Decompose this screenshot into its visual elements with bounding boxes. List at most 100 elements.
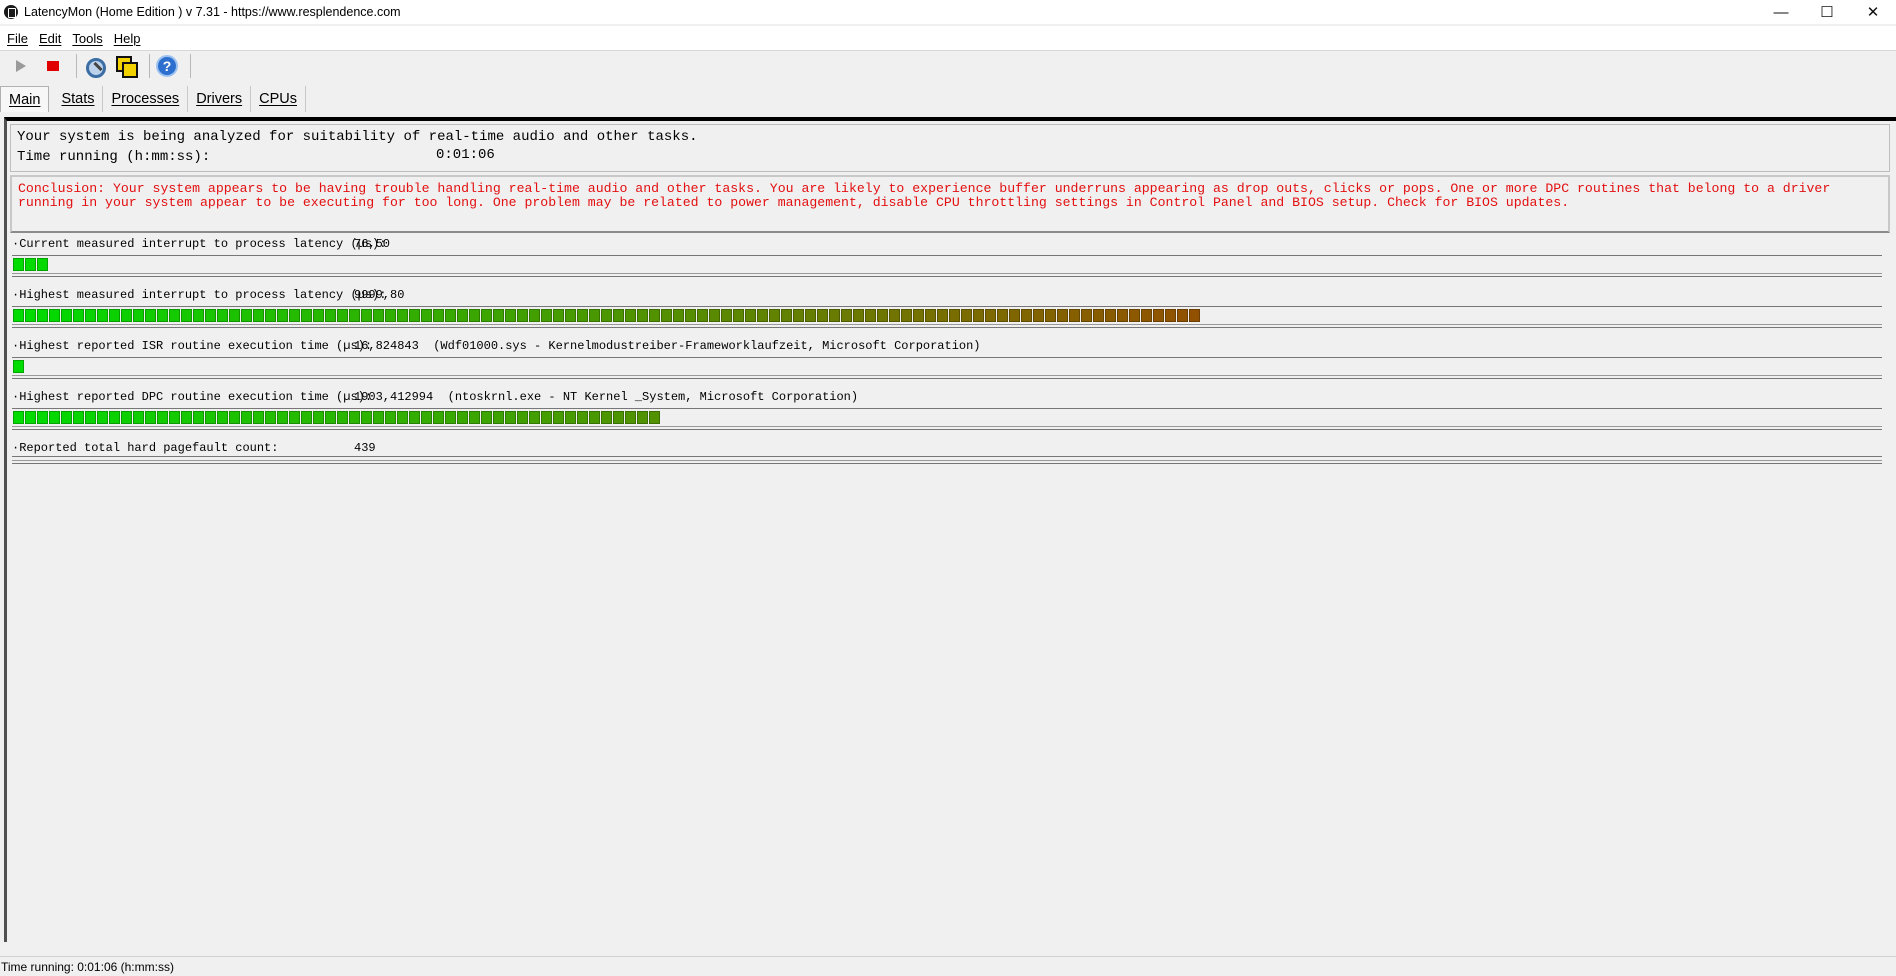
bar-segment: [1057, 309, 1068, 322]
bar-segment: [517, 309, 528, 322]
bar-segment: [709, 309, 720, 322]
bar-segment: [313, 411, 324, 424]
bar-segment: [385, 309, 396, 322]
app-icon: [4, 5, 18, 19]
bar-segment: [13, 258, 24, 271]
bar-segment: [1165, 309, 1176, 322]
toolbar-separator: [190, 53, 191, 78]
bar-segment: [949, 309, 960, 322]
bar-segment: [109, 309, 120, 322]
window-controls: — ☐ ✕: [1758, 0, 1896, 24]
tab-stats[interactable]: Stats: [53, 86, 104, 112]
bar-segment: [589, 309, 600, 322]
bar-segment: [409, 309, 420, 322]
conclusion-line-1: Conclusion: Your system appears to be ha…: [18, 182, 1831, 196]
bar-segment: [217, 309, 228, 322]
tab-cpus[interactable]: CPUs: [251, 86, 306, 112]
bar-segment: [85, 309, 96, 322]
bar-segment: [169, 309, 180, 322]
options-button[interactable]: [81, 53, 107, 79]
bar-segment: [853, 309, 864, 322]
title-bar[interactable]: LatencyMon (Home Edition ) v 7.31 - http…: [0, 0, 1896, 24]
time-running-label: Time running (h:mm:ss):: [17, 149, 211, 165]
bar-segment: [865, 309, 876, 322]
bar-segment: [13, 411, 24, 424]
conclusion-line-2: running in your system appear to be exec…: [18, 196, 1570, 210]
tab-bar: Main Stats Processes Drivers CPUs: [0, 84, 306, 112]
bar-segment: [1009, 309, 1020, 322]
bar-segment: [145, 411, 156, 424]
play-icon: [16, 59, 26, 72]
bar-segment: [745, 309, 756, 322]
latency-bar: [12, 357, 1882, 379]
bar-segment: [253, 309, 264, 322]
bar-segment: [25, 258, 36, 271]
bar-segment: [505, 411, 516, 424]
bar-segment: [769, 309, 780, 322]
bar-segment: [553, 309, 564, 322]
bar-segment: [1069, 309, 1080, 322]
close-button[interactable]: ✕: [1850, 0, 1896, 24]
menu-tools[interactable]: Tools: [68, 31, 106, 46]
bar-segment: [325, 309, 336, 322]
tab-main[interactable]: Main: [0, 86, 50, 112]
help-button[interactable]: ?: [154, 53, 180, 79]
maximize-button[interactable]: ☐: [1804, 0, 1850, 24]
bar-segment: [961, 309, 972, 322]
bar-segment: [1177, 309, 1188, 322]
bar-segment: [385, 411, 396, 424]
tab-drivers[interactable]: Drivers: [188, 86, 252, 112]
bar-segment: [325, 411, 336, 424]
bar-segment: [217, 411, 228, 424]
bar-fill: [13, 309, 1201, 322]
bar-segment: [613, 309, 624, 322]
menu-file[interactable]: File: [3, 31, 32, 46]
bar-segment: [433, 309, 444, 322]
status-bar: Time running: 0:01:06 (h:mm:ss): [0, 956, 1896, 976]
bar-segment: [1153, 309, 1164, 322]
bar-segment: [301, 309, 312, 322]
conclusion-box: Conclusion: Your system appears to be ha…: [10, 175, 1890, 233]
bar-segment: [733, 309, 744, 322]
bar-segment: [1045, 309, 1056, 322]
bar-segment: [817, 309, 828, 322]
bar-segment: [97, 411, 108, 424]
windows-button[interactable]: [113, 53, 139, 79]
bar-segment: [1117, 309, 1128, 322]
bar-segment: [121, 309, 132, 322]
toolbar-separator: [76, 53, 77, 78]
bar-segment: [277, 309, 288, 322]
bar-segment: [421, 309, 432, 322]
start-button[interactable]: [8, 53, 34, 79]
bar-segment: [481, 309, 492, 322]
bar-segment: [829, 309, 840, 322]
bar-segment: [985, 309, 996, 322]
bar-segment: [37, 411, 48, 424]
metric-label: ·Highest reported ISR routine execution …: [12, 339, 373, 353]
bar-segment: [241, 411, 252, 424]
bar-segment: [361, 309, 372, 322]
bar-segment: [541, 411, 552, 424]
stop-button[interactable]: [40, 53, 66, 79]
menu-help[interactable]: Help: [110, 31, 145, 46]
bar-segment: [1141, 309, 1152, 322]
tab-processes[interactable]: Processes: [103, 86, 189, 112]
analysis-text: Your system is being analyzed for suitab…: [17, 129, 698, 145]
bar-segment: [589, 411, 600, 424]
menu-edit[interactable]: Edit: [35, 31, 65, 46]
bar-fill: [13, 258, 49, 271]
bar-segment: [481, 411, 492, 424]
bar-segment: [649, 411, 660, 424]
bar-segment: [13, 309, 24, 322]
bar-segment: [337, 411, 348, 424]
bar-segment: [13, 360, 24, 373]
bar-segment: [565, 411, 576, 424]
minimize-button[interactable]: —: [1758, 0, 1804, 24]
bar-segment: [601, 309, 612, 322]
bar-segment: [469, 309, 480, 322]
bar-segment: [517, 411, 528, 424]
bar-segment: [37, 309, 48, 322]
bar-segment: [73, 309, 84, 322]
bar-segment: [181, 309, 192, 322]
bar-segment: [973, 309, 984, 322]
